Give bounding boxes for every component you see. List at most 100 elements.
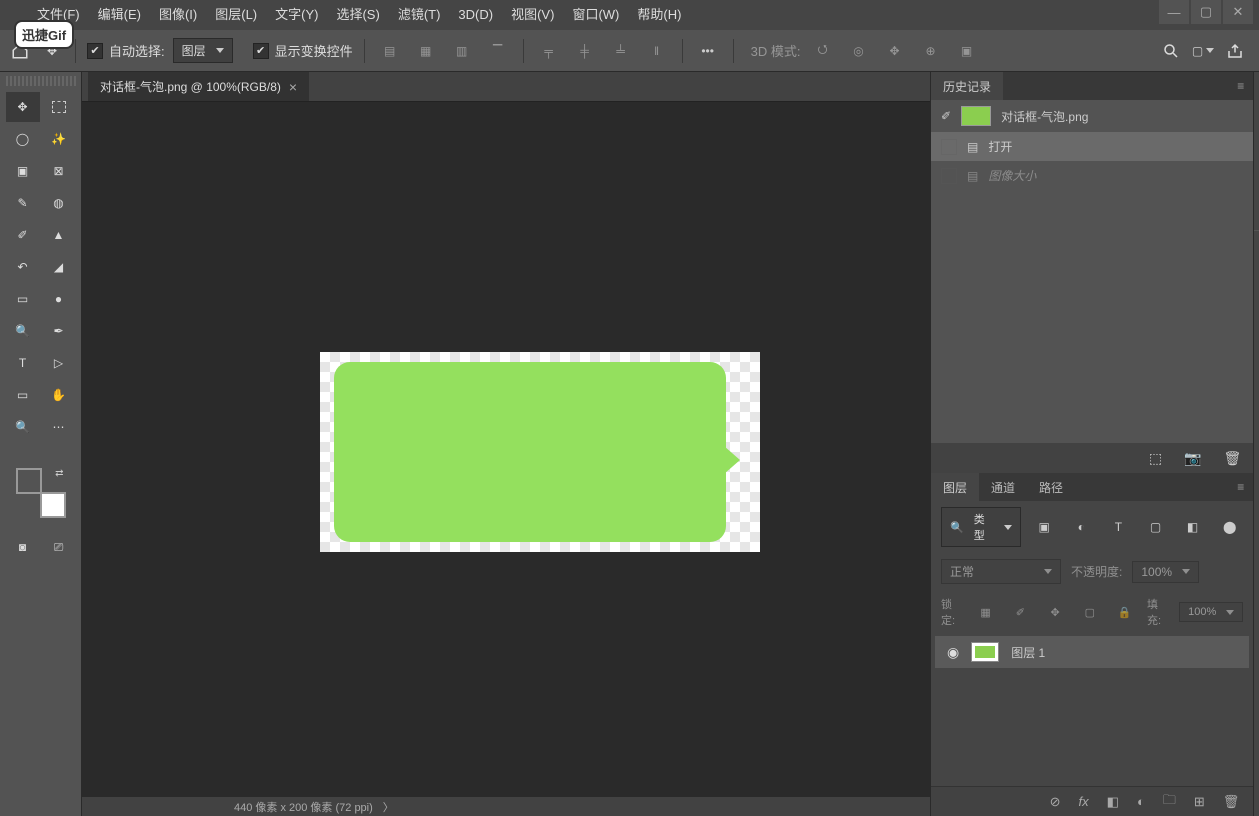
visibility-icon[interactable]: ◉ (947, 644, 959, 661)
filter-shape-icon[interactable]: ▢ (1142, 513, 1169, 541)
layers-tab[interactable]: 图层 (931, 473, 979, 502)
lock-paint-icon[interactable]: ✐ (1008, 598, 1033, 626)
marquee-tool[interactable] (42, 92, 76, 122)
lock-all-icon[interactable]: 🔒 (1112, 598, 1137, 626)
layout-icon[interactable]: ▢ (1189, 37, 1217, 65)
layer-row[interactable]: ◉ 图层 1 (935, 636, 1249, 668)
dock-patterns[interactable]: ▩图... (1254, 188, 1259, 222)
zoom-tool[interactable]: 🔍 (6, 412, 40, 442)
close-icon[interactable]: × (289, 79, 297, 95)
3d-rotate-icon[interactable]: ◎ (845, 37, 873, 65)
show-transform-checkbox[interactable]: ✔显示变换控件 (253, 41, 353, 60)
document-tab[interactable]: 对话框-气泡.png @ 100%(RGB/8) × (88, 72, 309, 101)
menu-filter[interactable]: 滤镜(T) (389, 0, 450, 30)
blur-tool[interactable]: ● (42, 284, 76, 314)
align-left-icon[interactable]: ▤ (376, 37, 404, 65)
menu-image[interactable]: 图像(I) (150, 0, 206, 30)
dock-color[interactable]: 🎨颜... (1254, 86, 1259, 120)
healing-brush-tool[interactable]: ◍ (42, 188, 76, 218)
dist-hspace-icon[interactable]: ‖ (643, 37, 671, 65)
move-tool[interactable]: ✥ (6, 92, 40, 122)
panel-menu-icon[interactable]: ≡ (1237, 79, 1245, 93)
search-icon[interactable] (1157, 37, 1185, 65)
layer-filter-dropdown[interactable]: 🔍 类型 (941, 507, 1021, 547)
canvas[interactable] (82, 102, 930, 796)
more-icon[interactable]: ••• (694, 37, 722, 65)
dock-gradients[interactable]: ◧渐... (1254, 154, 1259, 188)
quickmask-tool[interactable]: ◙ (6, 532, 40, 562)
screenmode-tool[interactable]: ⎚ (42, 532, 76, 562)
auto-select-checkbox[interactable]: ✔自动选择: (87, 41, 165, 60)
blend-mode-dropdown[interactable]: 正常 (941, 559, 1061, 584)
background-swatch[interactable] (40, 492, 66, 518)
layer-name[interactable]: 图层 1 (1011, 644, 1045, 661)
pen-tool[interactable]: ✒ (42, 316, 76, 346)
3d-scale-icon[interactable]: ⊕ (917, 37, 945, 65)
fill-input[interactable]: 100% (1179, 602, 1243, 622)
dock-learn[interactable]: 💡学... (1254, 248, 1259, 282)
menu-window[interactable]: 窗口(W) (563, 0, 628, 30)
dock-libraries[interactable]: ◫库 (1254, 282, 1259, 316)
menu-edit[interactable]: 编辑(E) (89, 0, 150, 30)
channels-tab[interactable]: 通道 (979, 473, 1027, 502)
filter-toggle[interactable]: ⬤ (1216, 513, 1243, 541)
opacity-input[interactable]: 100% (1132, 561, 1199, 583)
menu-type[interactable]: 文字(Y) (266, 0, 327, 30)
dock-adjustments[interactable]: ◐调... (1254, 316, 1259, 350)
lock-artboard-icon[interactable]: ▢ (1077, 598, 1102, 626)
menu-3d[interactable]: 3D(D) (449, 0, 502, 30)
hand-tool[interactable]: ✋ (42, 380, 76, 410)
clone-stamp-tool[interactable]: ▲ (42, 220, 76, 250)
crop-tool[interactable]: ▣ (6, 156, 40, 186)
share-icon[interactable] (1221, 37, 1249, 65)
gradient-tool[interactable]: ▭ (6, 284, 40, 314)
maximize-button[interactable]: ▢ (1191, 0, 1221, 24)
magic-wand-tool[interactable]: ✨ (42, 124, 76, 154)
eraser-tool[interactable]: ◢ (42, 252, 76, 282)
3d-pan-icon[interactable]: ✥ (881, 37, 909, 65)
adjustment-icon[interactable]: ◐ (1137, 794, 1145, 809)
new-snapshot-icon[interactable]: ⬚ (1149, 450, 1162, 467)
color-swatches[interactable]: ⇄ (16, 468, 66, 518)
close-button[interactable]: ✕ (1223, 0, 1253, 24)
delete-icon[interactable]: 🗑 (1223, 794, 1240, 810)
lasso-tool[interactable]: ◯ (6, 124, 40, 154)
minimize-button[interactable]: ― (1159, 0, 1189, 24)
camera-icon[interactable]: 📷 (1184, 450, 1201, 467)
paths-tab[interactable]: 路径 (1027, 473, 1075, 502)
dist-top-icon[interactable]: ╤ (535, 37, 563, 65)
rectangle-tool[interactable]: ▭ (6, 380, 40, 410)
frame-tool[interactable]: ⊠ (42, 156, 76, 186)
dock-swatches[interactable]: ▦色... (1254, 120, 1259, 154)
3d-orbit-icon[interactable]: ⭯ (809, 37, 837, 65)
3d-camera-icon[interactable]: ▣ (953, 37, 981, 65)
menu-layer[interactable]: 图层(L) (206, 0, 266, 30)
align-top-icon[interactable]: ▔ (484, 37, 512, 65)
link-icon[interactable]: ⊘ (1050, 794, 1061, 810)
dist-vcenter-icon[interactable]: ╪ (571, 37, 599, 65)
menu-select[interactable]: 选择(S) (327, 0, 388, 30)
filter-adjust-icon[interactable]: ◐ (1068, 513, 1095, 541)
trash-icon[interactable]: 🗑 (1223, 450, 1241, 467)
edit-toolbar[interactable]: ⋯ (42, 412, 76, 442)
filter-image-icon[interactable]: ▣ (1031, 513, 1058, 541)
filter-type-icon[interactable]: T (1105, 513, 1132, 541)
brush-tool[interactable]: ✐ (6, 220, 40, 250)
panel-menu-icon[interactable]: ≡ (1237, 480, 1245, 494)
path-select-tool[interactable]: ▷ (42, 348, 76, 378)
menu-view[interactable]: 视图(V) (502, 0, 563, 30)
lock-position-icon[interactable]: ✥ (1043, 598, 1068, 626)
new-layer-icon[interactable]: ⊞ (1194, 794, 1205, 810)
dist-bottom-icon[interactable]: ╧ (607, 37, 635, 65)
history-item-open[interactable]: ▤ 打开 (931, 132, 1253, 161)
history-panel-tab[interactable]: 历史记录 (931, 72, 1003, 101)
type-tool[interactable]: T (6, 348, 40, 378)
eyedropper-tool[interactable]: ✎ (6, 188, 40, 218)
lock-transparency-icon[interactable]: ▦ (973, 598, 998, 626)
dodge-tool[interactable]: 🔍 (6, 316, 40, 346)
mask-icon[interactable]: ◧ (1107, 794, 1119, 810)
history-brush-tool[interactable]: ↶ (6, 252, 40, 282)
history-snapshot[interactable]: ✐ 对话框-气泡.png (931, 100, 1253, 132)
filter-smart-icon[interactable]: ◧ (1179, 513, 1206, 541)
auto-select-dropdown[interactable]: 图层 (173, 38, 233, 63)
